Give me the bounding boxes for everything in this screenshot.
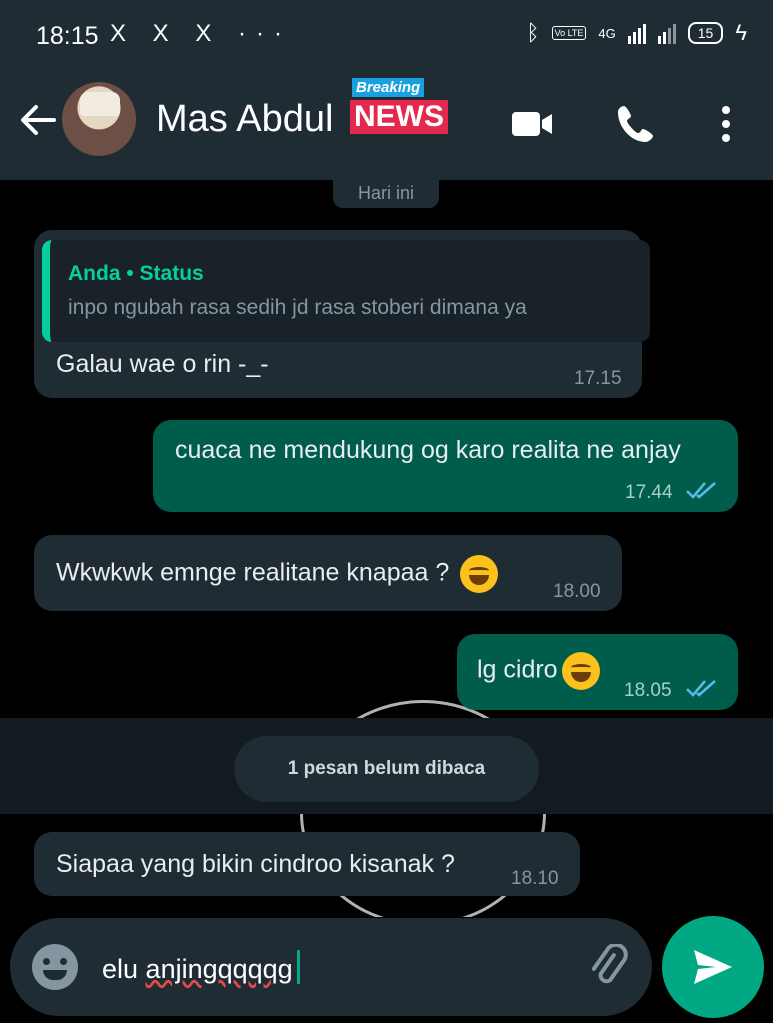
message-time: 17.44 xyxy=(625,482,673,503)
input-prefix: elu xyxy=(102,954,146,984)
back-arrow-icon[interactable] xyxy=(14,96,62,144)
message-time: 18.05 xyxy=(624,680,672,701)
send-button[interactable] xyxy=(662,916,764,1018)
status-right-icons: ᛒ Vo LTE 4G 15 ϟ xyxy=(526,20,747,46)
more-options-icon[interactable] xyxy=(702,100,750,148)
message-text: lg cidro xyxy=(477,655,558,684)
message-text-wrap: Wkwkwk emnge realitane knapaa ? xyxy=(56,555,499,593)
bluetooth-icon: ᛒ xyxy=(526,20,540,45)
chat-header: Mas Abdul Breaking NEWS xyxy=(0,74,773,180)
status-time: 18:15 xyxy=(36,22,99,50)
message-time: 18.00 xyxy=(553,581,601,602)
attach-icon[interactable] xyxy=(586,944,634,992)
rolling-laughing-emoji-icon xyxy=(460,555,499,593)
signal-icon xyxy=(627,22,646,44)
message-composer: elu anjingqqqqg xyxy=(10,918,652,1016)
video-call-icon[interactable] xyxy=(508,100,556,148)
battery-icon: 15 xyxy=(687,22,724,44)
voice-call-icon[interactable] xyxy=(612,100,660,148)
read-ticks-icon xyxy=(686,482,716,499)
message-text-wrap: lg cidro xyxy=(477,652,600,690)
text-caret xyxy=(296,950,300,984)
contact-name[interactable]: Mas Abdul xyxy=(156,98,333,141)
volte-badge: Vo LTE xyxy=(551,26,587,40)
message-input[interactable]: elu anjingqqqqg xyxy=(102,950,300,985)
date-separator: Hari ini xyxy=(333,180,439,208)
status-bar: 18:15 X X X ··· ᛒ Vo LTE 4G 15 ϟ xyxy=(0,0,773,74)
message-bubble-outgoing[interactable]: cuaca ne mendukung og karo realita ne an… xyxy=(153,420,738,512)
signal-icon-2 xyxy=(657,22,676,44)
quote-title: Anda • Status xyxy=(68,262,204,285)
charging-icon: ϟ xyxy=(735,20,747,45)
send-icon xyxy=(694,950,732,984)
avatar[interactable] xyxy=(62,82,136,156)
news-sticker: NEWS xyxy=(350,100,448,134)
network-type-label: 4G xyxy=(598,25,616,41)
breaking-sticker: Breaking xyxy=(352,78,425,97)
emoji-icon[interactable] xyxy=(32,944,78,990)
message-text: cuaca ne mendukung og karo realita ne an… xyxy=(175,436,681,464)
message-time: 17.15 xyxy=(574,368,622,389)
message-time: 18.10 xyxy=(511,868,559,889)
smiling-face-emoji-icon xyxy=(561,652,600,690)
message-text: Siapaa yang bikin cindroo kisanak ? xyxy=(56,850,455,878)
message-bubble-incoming[interactable]: Anda • Status inpo ngubah rasa sedih jd … xyxy=(34,230,650,398)
input-misspelled-word: anjingqqqqg xyxy=(145,954,293,984)
read-ticks-icon xyxy=(686,680,716,697)
unread-messages-indicator: 1 pesan belum dibaca xyxy=(234,736,539,802)
quoted-status[interactable]: Anda • Status inpo ngubah rasa sedih jd … xyxy=(42,240,650,342)
message-bubble-outgoing[interactable]: lg cidro 18.05 xyxy=(457,634,738,710)
chat-area[interactable]: Hari ini Anda • Status inpo ngubah rasa … xyxy=(0,180,773,917)
notification-icons: X X X ··· xyxy=(110,20,293,47)
message-text: Wkwkwk emnge realitane knapaa ? xyxy=(56,558,450,587)
message-bubble-incoming[interactable]: Wkwkwk emnge realitane knapaa ? 18.00 xyxy=(34,535,622,611)
message-text: Galau wae o rin -_- xyxy=(56,350,269,378)
quote-text: inpo ngubah rasa sedih jd rasa stoberi d… xyxy=(68,296,527,319)
message-bubble-incoming[interactable]: Siapaa yang bikin cindroo kisanak ? 18.1… xyxy=(34,832,580,896)
